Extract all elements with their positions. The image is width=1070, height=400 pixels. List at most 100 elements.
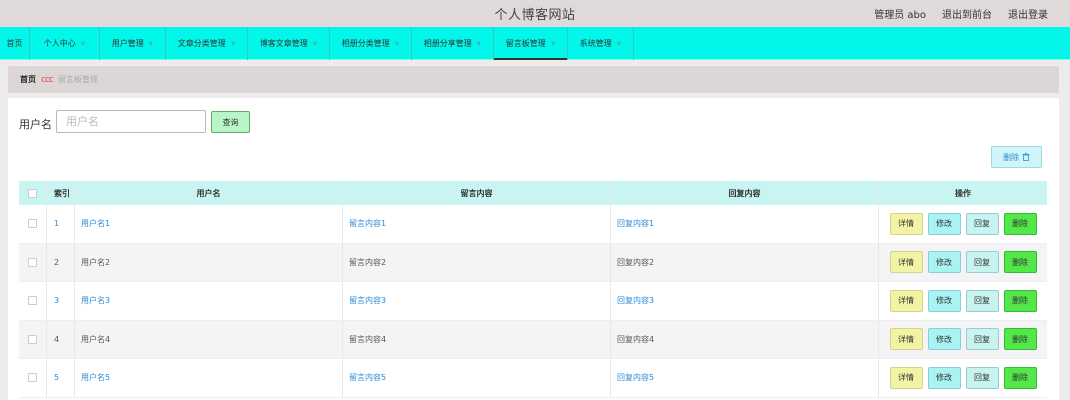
message-table: 索引 用户名 留言内容 回复内容 操作 1 用户名1 留言内容1 回复内容1 详情 修改回… (19, 181, 1047, 398)
nav-item-label: 相册分享管理 (423, 39, 472, 48)
row-checkbox[interactable] (28, 257, 37, 267)
breadcrumb-home[interactable]: 首页 (20, 74, 36, 85)
row-message: 留言内容5 (343, 359, 611, 397)
row-actions: 详情 修改 回复 删除 (879, 321, 1047, 359)
row-select-cell (19, 205, 47, 243)
nav-item-0[interactable]: 首页 (0, 27, 30, 60)
nav-item-label: 系统管理 (579, 39, 612, 48)
table-row: 2 用户名2 留言内容2 回复内容2 详情 修改 回复 删除 (19, 243, 1047, 282)
table-row: 4 用户名4 留言内容4 回复内容4 详情 修改 回复 删除 (19, 320, 1047, 359)
chevron-down-icon: ∨ (394, 40, 400, 47)
header-index: 索引 (47, 181, 75, 205)
nav-item-label: 相册分类管理 (341, 39, 390, 48)
chevron-down-icon: ∨ (616, 40, 622, 47)
row-username: 用户名5 (75, 359, 343, 397)
row-checkbox[interactable] (28, 373, 37, 383)
reply-button[interactable]: 回复 (965, 212, 999, 235)
row-actions: 详情 修改 回复 删除 (879, 244, 1047, 282)
nav-item-label: 博客文章管理 (259, 39, 308, 48)
breadcrumb-current: 留言板管理 (57, 75, 98, 84)
edit-button[interactable]: 修改 (927, 366, 961, 389)
to-front-link[interactable]: 退出到前台 (942, 6, 992, 21)
delete-button[interactable]: 删除 (1003, 328, 1037, 351)
header-message: 留言内容 (343, 181, 611, 205)
reply-button[interactable]: 回复 (965, 251, 999, 274)
delete-button[interactable]: 删除 (1003, 251, 1037, 274)
breadcrumb-separator: ccc (41, 74, 54, 85)
nav-item-1[interactable]: 个人中心 ∨ (30, 27, 100, 60)
table-row: 3 用户名3 留言内容3 回复内容3 详情 修改 回复 删除 (19, 282, 1047, 321)
reply-button[interactable]: 回复 (965, 366, 999, 389)
row-reply: 回复内容4 (611, 320, 879, 358)
detail-button[interactable]: 详情 (889, 212, 923, 235)
row-index: 1 (47, 205, 75, 243)
header-actions: 操作 (955, 188, 971, 198)
row-checkbox[interactable] (28, 296, 37, 306)
batch-delete-button[interactable]: 删除 (991, 146, 1042, 168)
edit-button[interactable]: 修改 (927, 212, 961, 235)
header-reply: 回复内容 (611, 181, 879, 205)
search-label: 用户名 (19, 118, 52, 131)
nav-item-label: 个人中心 (43, 39, 76, 48)
edit-button[interactable]: 修改 (927, 328, 961, 351)
row-select-cell (19, 282, 47, 320)
row-checkbox[interactable] (28, 334, 37, 344)
chevron-down-icon: ∨ (476, 40, 482, 47)
chevron-down-icon: ∨ (550, 40, 556, 47)
table-row: 1 用户名1 留言内容1 回复内容1 详情 修改 回复 删除 (19, 205, 1047, 244)
detail-button[interactable]: 详情 (889, 328, 923, 351)
delete-button[interactable]: 删除 (1003, 366, 1037, 389)
row-username: 用户名3 (75, 282, 343, 320)
nav-item-7[interactable]: 留言板管理 ∨ (494, 27, 568, 60)
logout-link[interactable]: 退出登录 (1008, 6, 1048, 21)
table-header-row: 索引 用户名 留言内容 回复内容 操作 (19, 181, 1047, 205)
detail-button[interactable]: 详情 (889, 289, 923, 312)
nav-item-8[interactable]: 系统管理 ∨ (568, 27, 634, 60)
row-select-cell (19, 243, 47, 281)
edit-button[interactable]: 修改 (927, 251, 961, 274)
nav-item-4[interactable]: 博客文章管理 ∨ (248, 27, 330, 60)
chevron-down-icon: ∨ (148, 40, 154, 47)
detail-button[interactable]: 详情 (889, 251, 923, 274)
row-username: 用户名4 (75, 320, 343, 358)
delete-button[interactable]: 删除 (1003, 212, 1037, 235)
edit-button[interactable]: 修改 (927, 289, 961, 312)
row-index: 5 (47, 359, 75, 397)
breadcrumb: 首页 ccc 留言板管理 (8, 66, 1059, 93)
nav-item-label: 首页 (6, 39, 23, 48)
row-checkbox[interactable] (28, 219, 37, 229)
main-nav: 首页 个人中心 ∨ 用户管理 ∨ 文章分类管理 ∨ 博客文章管理 ∨ 相册分类管理 ∨ 相册分享管理 ∨… (0, 27, 1070, 60)
row-message: 留言内容3 (343, 282, 611, 320)
row-select-cell (19, 320, 47, 358)
select-all-checkbox[interactable] (28, 188, 37, 198)
row-index: 4 (47, 320, 75, 358)
reply-button[interactable]: 回复 (965, 328, 999, 351)
row-select-cell (19, 359, 47, 397)
username-search-input[interactable] (56, 110, 206, 133)
nav-item-label: 用户管理 (111, 39, 144, 48)
row-username: 用户名2 (75, 243, 343, 281)
admin-label: 管理员 abo (874, 10, 926, 21)
chevron-down-icon: ∨ (312, 40, 318, 47)
row-actions: 详情 修改 回复 删除 (879, 282, 1047, 320)
row-actions: 详情 修改 回复 删除 (879, 205, 1047, 243)
batch-delete-label: 删除 (1003, 152, 1019, 162)
delete-button[interactable]: 删除 (1003, 289, 1037, 312)
row-message: 留言内容2 (343, 243, 611, 281)
nav-item-3[interactable]: 文章分类管理 ∨ (166, 27, 248, 60)
chevron-down-icon: ∨ (230, 40, 236, 47)
nav-item-5[interactable]: 相册分类管理 ∨ (330, 27, 412, 60)
detail-button[interactable]: 详情 (889, 366, 923, 389)
search-button[interactable]: 查询 (211, 111, 250, 133)
row-actions: 详情 修改 回复 删除 (879, 359, 1047, 397)
top-header: 个人博客网站 管理员 abo 退出到前台 退出登录 (0, 0, 1070, 27)
trash-icon (1022, 153, 1030, 161)
reply-button[interactable]: 回复 (965, 289, 999, 312)
row-reply: 回复内容2 (611, 243, 879, 281)
nav-item-2[interactable]: 用户管理 ∨ (100, 27, 166, 60)
row-index: 2 (47, 243, 75, 281)
row-username: 用户名1 (75, 205, 343, 243)
row-index: 3 (47, 282, 75, 320)
header-select-cell (19, 181, 47, 205)
nav-item-6[interactable]: 相册分享管理 ∨ (412, 27, 494, 60)
